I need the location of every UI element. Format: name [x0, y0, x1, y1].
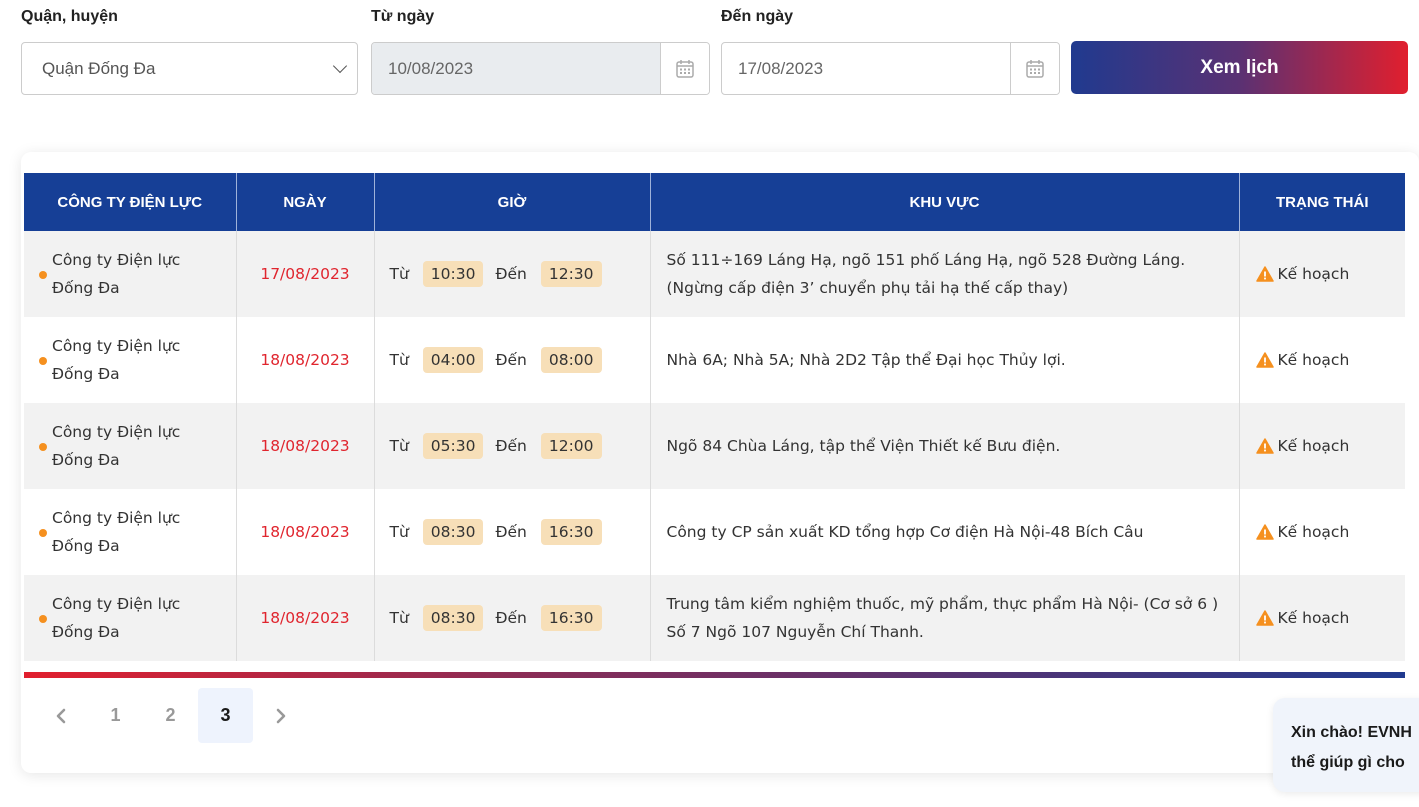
page-button-1[interactable]: 1	[88, 688, 143, 743]
table-row: Công ty Điện lực Đống Đa 17/08/2023 Từ 10:…	[24, 231, 1405, 317]
calendar-icon[interactable]	[660, 43, 709, 94]
outage-table: CÔNG TY ĐIỆN LỰC NGÀY GIỜ KHU VỰC TRẠNG …	[24, 173, 1405, 661]
time-cell: Từ 08:30 Đến 16:30	[374, 489, 651, 575]
end-time-chip: 08:00	[540, 347, 602, 373]
warning-icon	[1255, 266, 1274, 282]
area-cell: Số 111÷169 Láng Hạ, ngõ 151 phố Láng Hạ,…	[650, 231, 1240, 317]
chevron-left-icon	[56, 708, 65, 723]
company-cell: Công ty Điện lực Đống Đa	[24, 575, 237, 661]
end-time-chip: 12:30	[540, 261, 602, 287]
chat-bubble[interactable]: Xin chào! EVNH thể giúp gì cho	[1273, 698, 1419, 792]
page-button-3[interactable]: 3	[198, 688, 253, 743]
bullet-dot-icon	[39, 443, 47, 451]
end-time-chip: 12:00	[540, 433, 602, 459]
view-schedule-button[interactable]: Xem lịch	[1071, 41, 1408, 94]
district-label: Quận, huyện	[21, 8, 118, 25]
warning-icon	[1255, 352, 1274, 368]
status-cell: Kế hoạch	[1239, 403, 1405, 489]
end-time-chip: 16:30	[540, 605, 602, 631]
calendar-icon[interactable]	[1010, 43, 1059, 94]
from-date-label: Từ ngày	[371, 8, 435, 25]
warning-icon	[1255, 524, 1274, 540]
table-header-row: CÔNG TY ĐIỆN LỰC NGÀY GIỜ KHU VỰC TRẠNG …	[24, 173, 1405, 231]
warning-icon	[1255, 610, 1274, 626]
area-cell: Nhà 6A; Nhà 5A; Nhà 2D2 Tập thể Đại học …	[650, 317, 1240, 403]
area-cell: Trung tâm kiểm nghiệm thuốc, mỹ phẩm, th…	[650, 575, 1240, 661]
bullet-dot-icon	[39, 615, 47, 623]
status-cell: Kế hoạch	[1239, 317, 1405, 403]
table-row: Công ty Điện lực Đống Đa 18/08/2023 Từ 04:…	[24, 317, 1405, 403]
end-time-chip: 16:30	[540, 519, 602, 545]
start-time-chip: 04:00	[422, 347, 484, 373]
time-cell: Từ 08:30 Đến 16:30	[374, 575, 651, 661]
table-row: Công ty Điện lực Đống Đa 18/08/2023 Từ 08:…	[24, 575, 1405, 661]
start-time-chip: 08:30	[422, 519, 484, 545]
page-button-2[interactable]: 2	[143, 688, 198, 743]
header-date: NGÀY	[236, 173, 375, 231]
schedule-card: CÔNG TY ĐIỆN LỰC NGÀY GIỜ KHU VỰC TRẠNG …	[21, 152, 1419, 773]
chat-line-1: Xin chào! EVNH	[1291, 724, 1412, 741]
district-select-value: Quận Đống Đa	[42, 58, 156, 78]
table-row: Công ty Điện lực Đống Đa 18/08/2023 Từ 05:…	[24, 403, 1405, 489]
warning-icon	[1255, 438, 1274, 454]
header-status: TRẠNG THÁI	[1239, 173, 1405, 231]
date-cell: 18/08/2023	[236, 403, 375, 489]
header-time: GIỜ	[374, 173, 651, 231]
status-cell: Kế hoạch	[1239, 231, 1405, 317]
status-cell: Kế hoạch	[1239, 575, 1405, 661]
from-date-value: 10/08/2023	[372, 43, 660, 94]
company-cell: Công ty Điện lực Đống Đa	[24, 231, 237, 317]
time-cell: Từ 05:30 Đến 12:00	[374, 403, 651, 489]
start-time-chip: 08:30	[422, 605, 484, 631]
area-cell: Ngõ 84 Chùa Láng, tập thể Viện Thiết kế …	[650, 403, 1240, 489]
company-cell: Công ty Điện lực Đống Đa	[24, 489, 237, 575]
date-cell: 17/08/2023	[236, 231, 375, 317]
bullet-dot-icon	[39, 271, 47, 279]
status-cell: Kế hoạch	[1239, 489, 1405, 575]
pagination: 1 2 3	[33, 688, 308, 743]
header-company: CÔNG TY ĐIỆN LỰC	[24, 173, 237, 231]
date-cell: 18/08/2023	[236, 317, 375, 403]
table-row: Công ty Điện lực Đống Đa 18/08/2023 Từ 08:…	[24, 489, 1405, 575]
bullet-dot-icon	[39, 529, 47, 537]
chevron-right-icon	[276, 708, 285, 723]
date-cell: 18/08/2023	[236, 489, 375, 575]
district-select[interactable]: Quận Đống Đa	[21, 42, 358, 95]
from-date-field[interactable]: 10/08/2023	[371, 42, 710, 95]
to-date-field[interactable]: 17/08/2023	[721, 42, 1060, 95]
chat-line-2: thể giúp gì cho	[1291, 754, 1405, 771]
to-date-label: Đến ngày	[721, 8, 794, 25]
area-cell: Công ty CP sản xuất KD tổng hợp Cơ điện …	[650, 489, 1240, 575]
company-cell: Công ty Điện lực Đống Đa	[24, 403, 237, 489]
next-page-button[interactable]	[253, 688, 308, 743]
date-cell: 18/08/2023	[236, 575, 375, 661]
company-cell: Công ty Điện lực Đống Đa	[24, 317, 237, 403]
prev-page-button[interactable]	[33, 688, 88, 743]
to-date-value: 17/08/2023	[738, 58, 824, 78]
time-cell: Từ 10:30 Đến 12:30	[374, 231, 651, 317]
time-cell: Từ 04:00 Đến 08:00	[374, 317, 651, 403]
bullet-dot-icon	[39, 357, 47, 365]
header-area: KHU VỰC	[650, 173, 1240, 231]
start-time-chip: 10:30	[422, 261, 484, 287]
start-time-chip: 05:30	[422, 433, 484, 459]
gradient-divider	[24, 672, 1405, 678]
chevron-down-icon	[332, 58, 348, 74]
